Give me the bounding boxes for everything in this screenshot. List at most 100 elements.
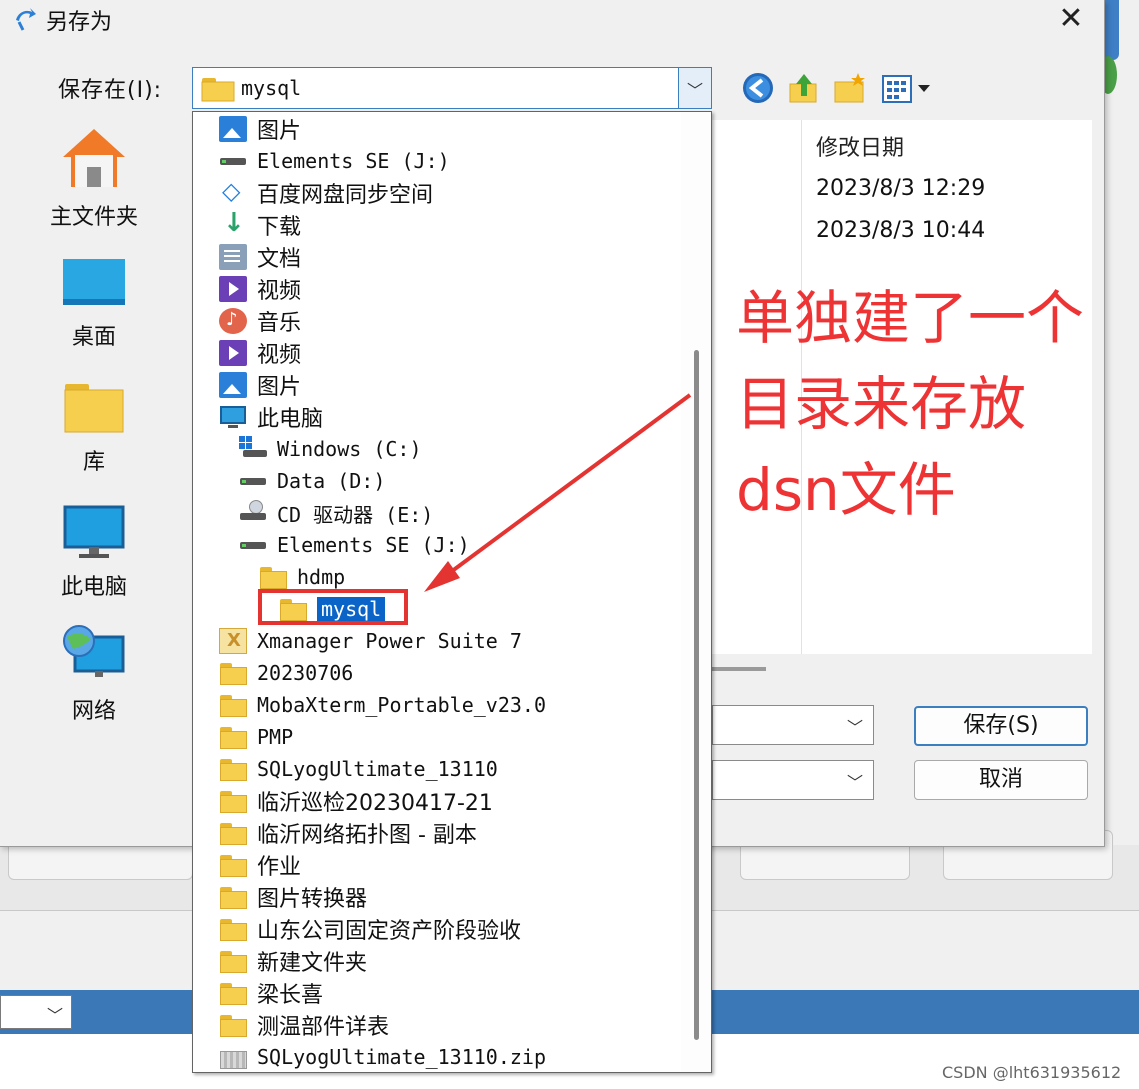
view-menu-icon[interactable] — [880, 70, 936, 106]
dropdown-item[interactable]: 此电脑 — [219, 402, 323, 432]
chevron-down-icon: ﹀ — [846, 773, 863, 792]
up-folder-icon[interactable] — [786, 70, 822, 106]
save-in-dropdown-button[interactable]: ﹀ — [678, 68, 711, 108]
dropdown-item[interactable]: Data (D:) — [239, 466, 385, 496]
dropdown-item-label: Xmanager Power Suite 7 — [257, 629, 522, 653]
xmanager-icon — [219, 628, 247, 654]
network-icon — [63, 625, 125, 677]
dropdown-item[interactable]: SQLyogUltimate_13110.zip — [219, 1042, 546, 1072]
pictures-icon — [219, 116, 247, 142]
place-label: 库 — [82, 450, 105, 475]
back-icon[interactable] — [740, 70, 776, 106]
place-label: 桌面 — [71, 325, 116, 350]
place-home[interactable]: 主文件夹 — [26, 125, 162, 231]
place-library[interactable]: 库 — [26, 380, 162, 476]
folder-icon — [219, 852, 247, 878]
new-folder-icon[interactable] — [832, 70, 868, 106]
dropdown-item[interactable]: 新建文件夹 — [219, 946, 367, 976]
dropdown-item[interactable]: 视频 — [219, 338, 301, 368]
dropdown-item[interactable]: 作业 — [219, 850, 301, 880]
dropdown-item-label: 视频 — [257, 343, 302, 368]
place-this-pc[interactable]: 此电脑 — [26, 505, 162, 601]
computer-icon — [63, 505, 125, 558]
dropdown-item[interactable]: 20230706 — [219, 658, 353, 688]
folder-icon — [201, 76, 235, 106]
save-button[interactable]: 保存(S) — [914, 706, 1088, 746]
dropdown-item-label: 音乐 — [257, 311, 302, 336]
dropdown-item-label: 视频 — [257, 279, 302, 304]
dropdown-item[interactable]: Xmanager Power Suite 7 — [219, 626, 522, 656]
home-icon — [63, 129, 125, 187]
dropdown-item[interactable]: 临沂网络拓扑图 - 副本 — [219, 818, 477, 848]
dropdown-item[interactable]: PMP — [219, 722, 293, 752]
dropdown-item-label: 梁长喜 — [257, 983, 324, 1008]
dropdown-item[interactable]: 下载 — [219, 208, 302, 240]
dropdown-item-label: 20230706 — [257, 661, 354, 685]
dropdown-item-label: hdmp — [297, 565, 346, 589]
save-as-icon — [16, 8, 36, 31]
zip-folder-icon — [219, 1044, 247, 1070]
save-in-label: 保存在(I): — [58, 78, 163, 103]
dropdown-item[interactable]: Elements SE (J:) — [219, 146, 450, 176]
dropdown-item[interactable]: CD 驱动器 (E:) — [239, 498, 433, 528]
dropdown-item-label: 临沂网络拓扑图 - 副本 — [257, 823, 477, 848]
folder-icon — [219, 692, 247, 718]
dropdown-item[interactable]: 图片转换器 — [219, 882, 367, 912]
dropdown-item-label: 图片 — [257, 119, 302, 144]
folder-icon — [219, 788, 247, 814]
dropdown-item[interactable]: 山东公司固定资产阶段验收 — [219, 914, 521, 944]
document-icon — [219, 244, 247, 270]
vertical-scrollbar[interactable] — [681, 112, 711, 1072]
column-header-modified-date[interactable]: 修改日期 — [816, 130, 904, 162]
dropdown-item[interactable]: 梁长喜 — [219, 978, 323, 1008]
dropdown-item[interactable]: hdmp — [259, 562, 345, 592]
folder-icon — [259, 564, 287, 590]
dropdown-item[interactable]: 图片 — [219, 370, 301, 400]
file-date: 2023/8/3 10:44 — [816, 218, 986, 243]
dropdown-item[interactable]: 文档 — [219, 242, 301, 272]
download-icon — [219, 208, 247, 238]
save-in-combobox[interactable]: mysql ﹀ — [192, 67, 712, 109]
dropdown-item-label: 作业 — [257, 855, 302, 880]
chevron-down-icon: ﹀ — [846, 718, 863, 737]
dropdown-item[interactable]: Windows (C:) — [239, 434, 422, 464]
folder-icon — [219, 724, 247, 750]
dropdown-item[interactable]: Elements SE (J:) — [239, 530, 470, 560]
dropdown-item[interactable]: 视频 — [219, 274, 301, 304]
dropdown-item-label: PMP — [257, 725, 294, 749]
close-button[interactable]: ✕ — [1048, 0, 1094, 38]
horizontal-scrollbar[interactable] — [712, 667, 766, 671]
dropdown-item[interactable]: 百度网盘同步空间 — [219, 177, 434, 208]
annotation-highlight-box — [258, 589, 408, 625]
folder-icon — [219, 820, 247, 846]
place-network[interactable]: 网络 — [26, 625, 162, 725]
dropdown-item[interactable]: 测温部件详表 — [219, 1010, 389, 1040]
dropdown-item-label: Elements SE (J:) — [257, 149, 450, 173]
cd-drive-icon — [239, 500, 267, 526]
dropdown-item[interactable]: 图片 — [219, 114, 301, 144]
file-name-combobox[interactable]: ﹀ — [712, 705, 874, 745]
folder-icon — [219, 980, 247, 1006]
place-desktop[interactable]: 桌面 — [26, 255, 162, 351]
dropdown-item-label: SQLyogUltimate_13110.zip — [257, 1045, 546, 1069]
place-label: 主文件夹 — [49, 205, 138, 230]
dropdown-item[interactable]: 临沂巡检20230417-21 — [219, 786, 493, 816]
dropdown-item[interactable]: SQLyogUltimate_13110 — [219, 754, 498, 784]
library-folder-icon — [64, 384, 124, 433]
dropdown-item-label: 山东公司固定资产阶段验收 — [257, 919, 522, 944]
drive-icon — [239, 468, 267, 494]
cancel-button[interactable]: 取消 — [914, 760, 1088, 800]
dropdown-item-label: 下载 — [257, 215, 302, 240]
dialog-title: 另存为 — [46, 10, 113, 35]
dropdown-item-label: 百度网盘同步空间 — [257, 183, 434, 208]
dropdown-item-label: 新建文件夹 — [257, 951, 368, 976]
scrollbar-thumb[interactable] — [694, 350, 699, 1040]
dropdown-item[interactable]: 音乐 — [219, 306, 301, 336]
drive-icon — [239, 532, 267, 558]
close-icon: ✕ — [1058, 1, 1084, 36]
dropdown-item[interactable]: MobaXterm_Portable_v23.0 — [219, 690, 546, 720]
place-label: 此电脑 — [60, 575, 127, 600]
file-type-combobox[interactable]: ﹀ — [712, 760, 874, 800]
computer-icon — [219, 404, 247, 430]
background-dropdown[interactable]: ﹀ — [0, 995, 72, 1029]
